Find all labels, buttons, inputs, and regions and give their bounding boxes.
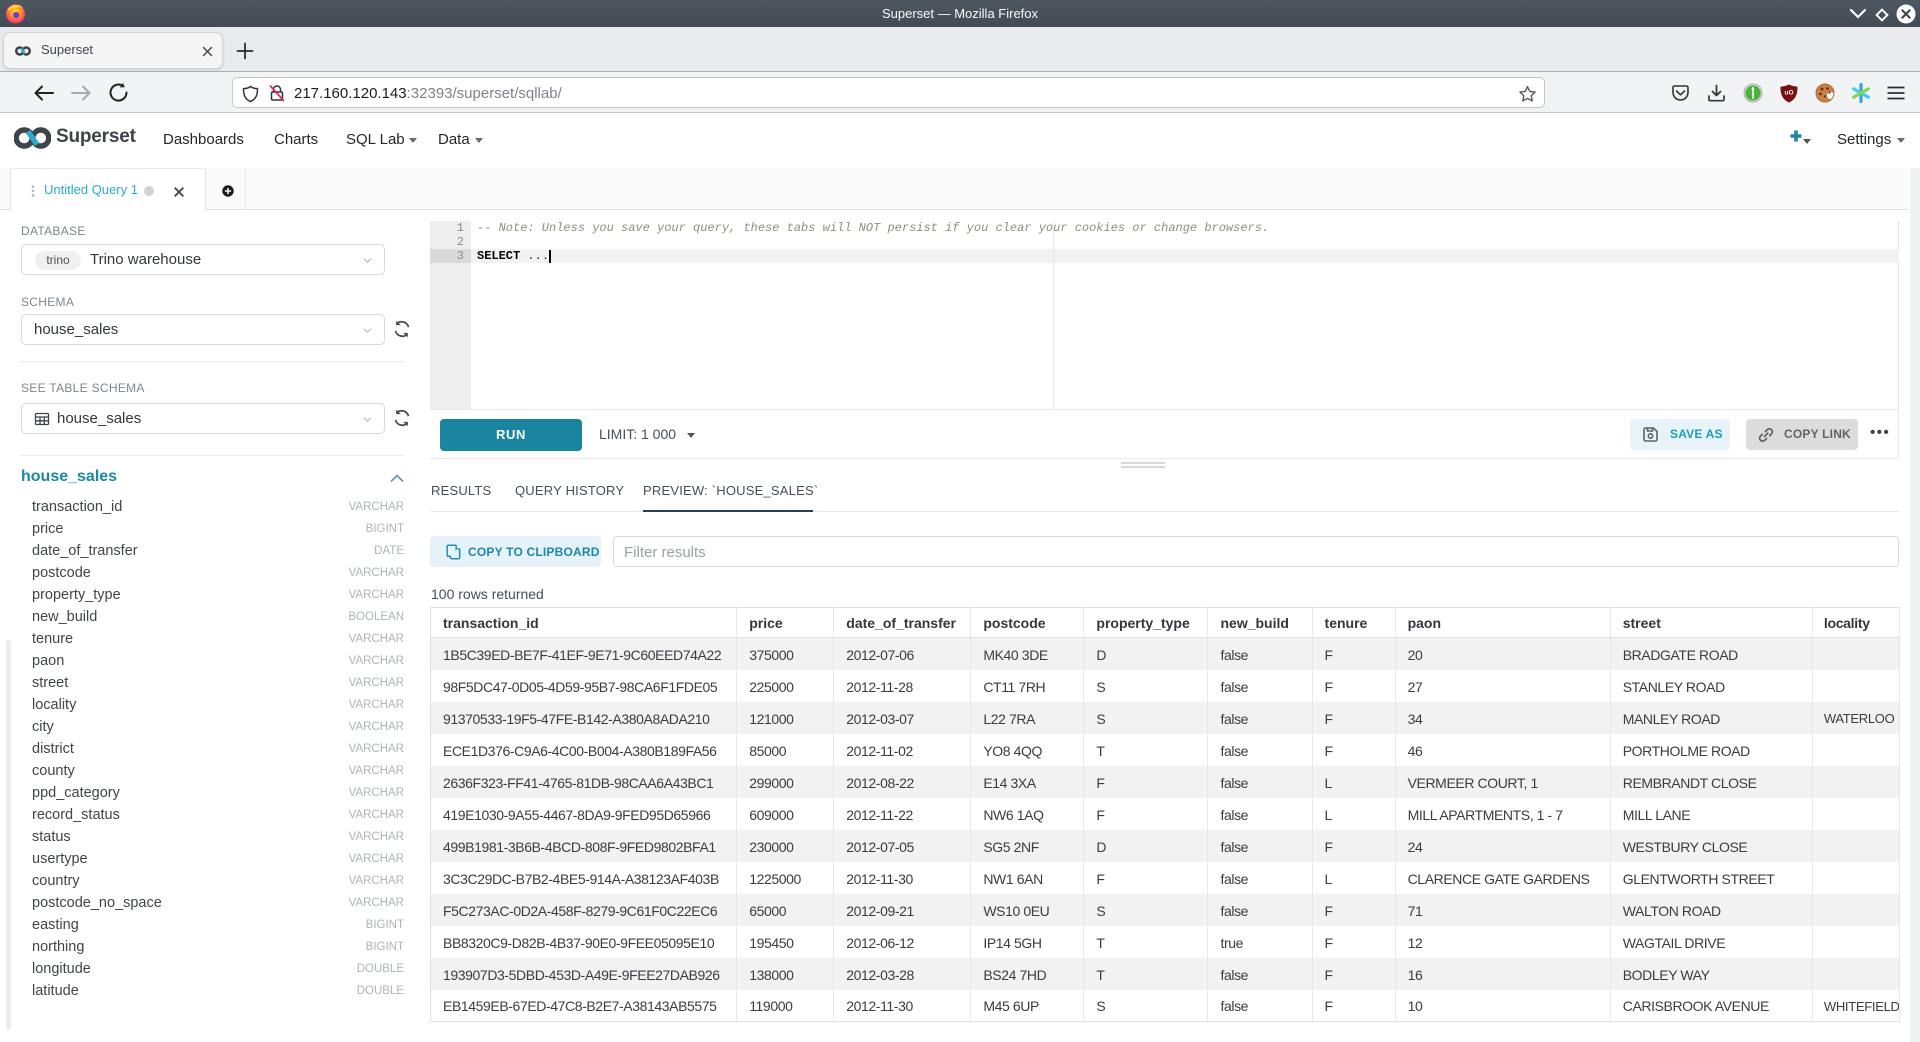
svg-text:uO: uO xyxy=(1784,90,1793,97)
